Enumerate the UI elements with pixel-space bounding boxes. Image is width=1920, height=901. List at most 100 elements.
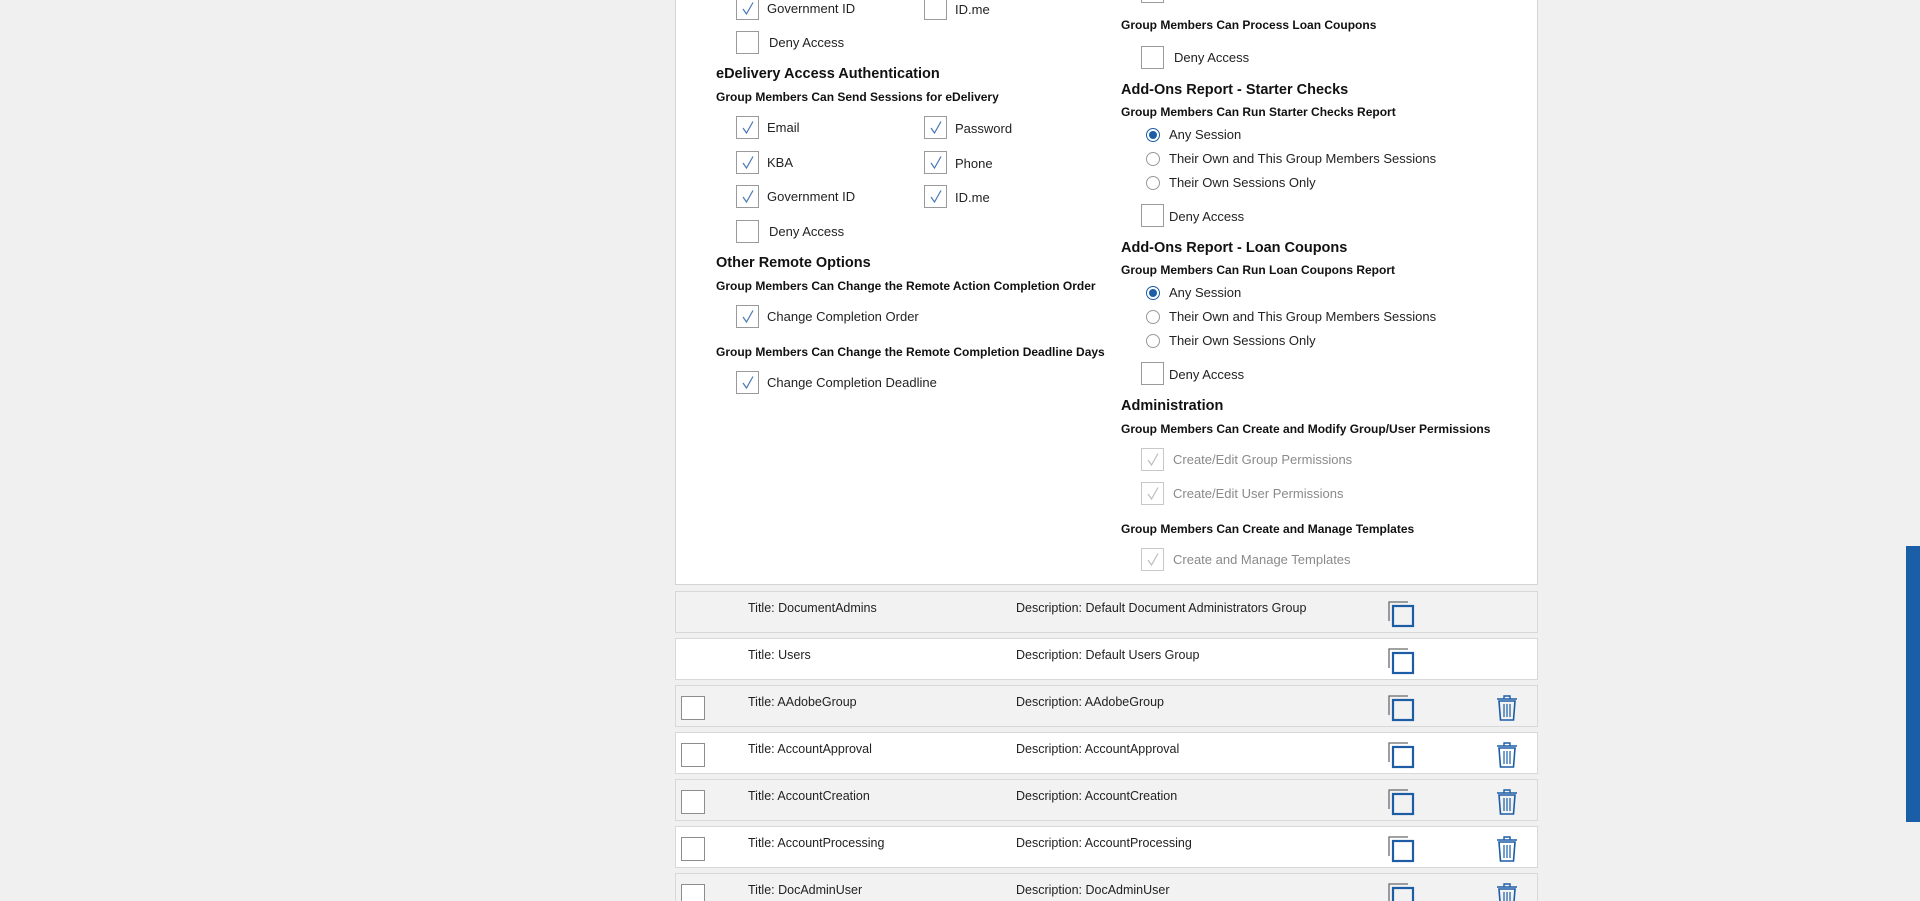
loan-report-heading: Add-Ons Report - Loan Coupons: [1121, 240, 1348, 256]
password-label: Password: [955, 121, 1013, 136]
change-completion-order-checkbox[interactable]: [736, 305, 759, 328]
gov-id-checkbox-top[interactable]: [736, 0, 759, 20]
create-edit-user-permissions-label: Create/Edit User Permissions: [1173, 486, 1344, 501]
group-description: Description: AccountProcessing: [1016, 836, 1192, 850]
group-description: Description: AccountApproval: [1016, 742, 1180, 756]
loan-report-subheading: Group Members Can Run Loan Coupons Repor…: [1121, 263, 1396, 277]
email-label: Email: [767, 120, 800, 135]
email-checkbox[interactable]: [736, 116, 759, 139]
group-description: Description: DocAdminUser: [1016, 883, 1170, 897]
group-row-docadminuser[interactable]: Title: DocAdminUser Description: DocAdmi…: [675, 873, 1538, 901]
create-manage-templates-checkbox[interactable]: [1141, 548, 1164, 571]
deny-access-checkbox-starter[interactable]: [1141, 204, 1164, 227]
starter-own-group-radio[interactable]: [1146, 152, 1160, 166]
starter-checks-heading: Add-Ons Report - Starter Checks: [1121, 82, 1349, 98]
create-edit-user-permissions-checkbox[interactable]: [1141, 482, 1164, 505]
copy-icon[interactable]: [1387, 694, 1415, 722]
group-title: Title: AccountProcessing: [748, 836, 885, 850]
gov-id-label-top: Government ID: [767, 1, 856, 16]
trash-icon[interactable]: [1496, 741, 1518, 769]
select-row-checkbox[interactable]: [681, 696, 705, 720]
loan-own-only-label: Their Own Sessions Only: [1169, 333, 1316, 348]
kba-checkbox[interactable]: [736, 151, 759, 174]
loan-own-group-radio[interactable]: [1146, 310, 1160, 324]
completion-deadline-subheading: Group Members Can Change the Remote Comp…: [716, 345, 1105, 359]
loan-coupons-subheading: Group Members Can Process Loan Coupons: [1121, 18, 1377, 32]
deny-access-checkbox-loan-coupons[interactable]: [1141, 46, 1164, 69]
edelivery-heading: eDelivery Access Authentication: [716, 66, 940, 82]
kba-label: KBA: [767, 155, 794, 170]
idme-checkbox-top[interactable]: [924, 0, 947, 20]
group-title: Title: AAdobeGroup: [748, 695, 857, 709]
loan-own-group-label: Their Own and This Group Members Session…: [1169, 309, 1437, 324]
administration-heading: Administration: [1121, 398, 1224, 414]
deny-access-label-loan-report: Deny Access: [1169, 367, 1245, 382]
starter-own-only-label: Their Own Sessions Only: [1169, 175, 1316, 190]
group-description: Description: Default Users Group: [1016, 648, 1200, 662]
group-row-accountapproval[interactable]: Title: AccountApproval Description: Acco…: [675, 732, 1538, 774]
group-row-documentadmins[interactable]: Title: DocumentAdmins Description: Defau…: [675, 591, 1538, 633]
copy-icon[interactable]: [1387, 788, 1415, 816]
create-manage-templates-label: Create and Manage Templates: [1173, 552, 1351, 567]
starter-checks-subheading: Group Members Can Run Starter Checks Rep…: [1121, 105, 1396, 119]
starter-any-session-label: Any Session: [1169, 127, 1242, 142]
group-title: Title: DocumentAdmins: [748, 601, 877, 615]
select-row-checkbox[interactable]: [681, 837, 705, 861]
group-description: Description: Default Document Administra…: [1016, 601, 1307, 615]
idme-label-top: ID.me: [955, 2, 990, 17]
group-description: Description: AAdobeGroup: [1016, 695, 1165, 709]
deny-access-checkbox-edelivery[interactable]: [736, 220, 759, 243]
change-completion-deadline-checkbox[interactable]: [736, 371, 759, 394]
copy-icon[interactable]: [1387, 882, 1415, 901]
other-remote-heading: Other Remote Options: [716, 255, 871, 271]
trash-icon[interactable]: [1496, 788, 1518, 816]
permissions-subheading: Group Members Can Create and Modify Grou…: [1121, 422, 1491, 436]
partial-checkbox-top-right[interactable]: [1141, 0, 1164, 3]
group-row-users[interactable]: Title: Users Description: Default Users …: [675, 638, 1538, 680]
phone-checkbox[interactable]: [924, 151, 947, 174]
trash-icon[interactable]: [1496, 835, 1518, 863]
completion-order-subheading: Group Members Can Change the Remote Acti…: [716, 279, 1096, 293]
group-title: Title: Users: [748, 648, 811, 662]
deny-access-label-edelivery: Deny Access: [769, 224, 845, 239]
group-title: Title: AccountApproval: [748, 742, 872, 756]
change-completion-order-label: Change Completion Order: [767, 309, 919, 324]
copy-icon[interactable]: [1387, 647, 1415, 675]
deny-access-checkbox-loan-report[interactable]: [1141, 362, 1164, 385]
group-description: Description: AccountCreation: [1016, 789, 1178, 803]
group-row-aadobegroup[interactable]: Title: AAdobeGroup Description: AAdobeGr…: [675, 685, 1538, 727]
gov-id-label: Government ID: [767, 189, 856, 204]
starter-any-session-radio[interactable]: [1146, 128, 1160, 142]
group-row-accountcreation[interactable]: Title: AccountCreation Description: Acco…: [675, 779, 1538, 821]
edelivery-subheading: Group Members Can Send Sessions for eDel…: [716, 90, 999, 104]
trash-icon[interactable]: [1496, 882, 1518, 901]
password-checkbox[interactable]: [924, 116, 947, 139]
copy-icon[interactable]: [1387, 741, 1415, 769]
select-row-checkbox[interactable]: [681, 884, 705, 901]
templates-subheading: Group Members Can Create and Manage Temp…: [1121, 522, 1415, 536]
idme-checkbox[interactable]: [924, 185, 947, 208]
idme-label: ID.me: [955, 190, 990, 205]
scrollbar-thumb[interactable]: [1906, 546, 1920, 822]
select-row-checkbox[interactable]: [681, 743, 705, 767]
permissions-panel: Government ID ID.me Deny Access eDeliver…: [675, 0, 1538, 585]
deny-access-label-top: Deny Access: [769, 35, 845, 50]
copy-icon[interactable]: [1387, 835, 1415, 863]
loan-any-session-radio[interactable]: [1146, 286, 1160, 300]
loan-own-only-radio[interactable]: [1146, 334, 1160, 348]
create-edit-group-permissions-checkbox[interactable]: [1141, 448, 1164, 471]
deny-access-checkbox-top[interactable]: [736, 31, 759, 54]
deny-access-label-starter: Deny Access: [1169, 209, 1245, 224]
copy-icon[interactable]: [1387, 600, 1415, 628]
change-completion-deadline-label: Change Completion Deadline: [767, 375, 937, 390]
trash-icon[interactable]: [1496, 694, 1518, 722]
select-row-checkbox[interactable]: [681, 790, 705, 814]
starter-own-group-label: Their Own and This Group Members Session…: [1169, 151, 1437, 166]
phone-label: Phone: [955, 156, 993, 171]
deny-access-label-loan-coupons: Deny Access: [1174, 50, 1250, 65]
gov-id-checkbox[interactable]: [736, 185, 759, 208]
starter-own-only-radio[interactable]: [1146, 176, 1160, 190]
group-title: Title: DocAdminUser: [748, 883, 863, 897]
group-title: Title: AccountCreation: [748, 789, 870, 803]
group-row-accountprocessing[interactable]: Title: AccountProcessing Description: Ac…: [675, 826, 1538, 868]
